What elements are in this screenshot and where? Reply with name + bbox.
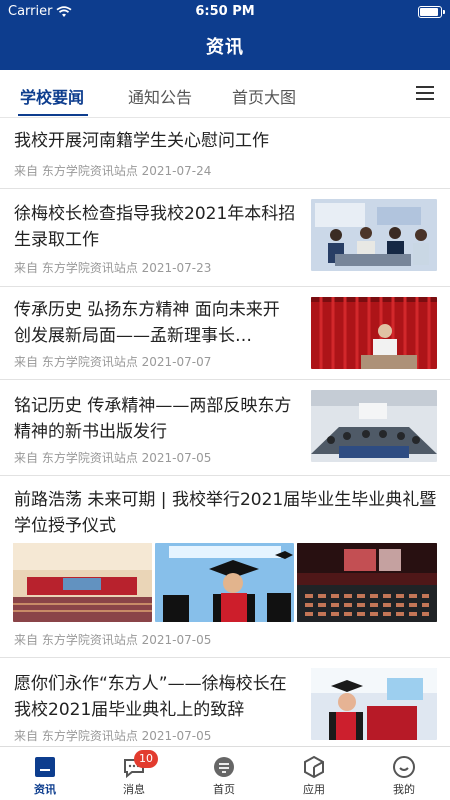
bottom-tab-label: 应用: [303, 783, 325, 796]
article-thumbnail: [311, 668, 437, 740]
status-bar: Carrier 6:50 PM: [0, 0, 450, 22]
tab-banner-images[interactable]: 首页大图: [232, 84, 296, 108]
bottom-tab-messages[interactable]: 10 消息: [104, 750, 164, 797]
article-item-2[interactable]: 徐梅校长检查指导我校2021年本科招生录取工作 来自 东方学院资讯站点 2021…: [0, 189, 450, 287]
menu-icon[interactable]: [416, 86, 434, 100]
article-item-3[interactable]: 传承历史 弘扬东方精神 面向未来开创发展新局面——孟新理事长… 来自 东方学院资…: [0, 287, 450, 380]
bottom-tab-label: 我的: [393, 783, 415, 796]
article-meta: 来自 东方学院资讯站点 2021-07-23: [14, 261, 212, 275]
status-time: 6:50 PM: [195, 4, 255, 19]
article-title: 愿你们永作“东方人”——徐梅校长在我校2021届毕业典礼上的致辞: [14, 674, 287, 720]
profile-icon: [392, 755, 416, 779]
article-meta: 来自 东方学院资讯站点 2021-07-24: [14, 164, 212, 178]
article-meta: 来自 东方学院资讯站点 2021-07-05: [14, 633, 212, 647]
battery-icon: [418, 6, 445, 18]
apps-icon: [302, 755, 326, 779]
article-item-1[interactable]: 我校开展河南籍学生关心慰问工作 来自 东方学院资讯站点 2021-07-24: [0, 119, 450, 189]
bottom-tab-label: 资讯: [34, 783, 56, 796]
bottom-tab-profile[interactable]: 我的: [374, 755, 434, 797]
bottom-tab-label: 消息: [123, 783, 145, 796]
home-icon: [212, 755, 236, 779]
article-thumbnail: [297, 543, 437, 622]
tab-notices[interactable]: 通知公告: [128, 84, 192, 108]
article-meta: 来自 东方学院资讯站点 2021-07-05: [14, 451, 212, 465]
news-app: Carrier 6:50 PM 资讯 学校要闻 通知公告 首页大图 我校开展河南…: [0, 0, 450, 800]
article-thumbnail: [155, 543, 294, 622]
article-title: 传承历史 弘扬东方精神 面向未来开创发展新局面——孟新理事长…: [14, 300, 280, 346]
article-title: 铭记历史 传承精神——两部反映东方精神的新书出版发行: [14, 396, 292, 442]
article-item-5[interactable]: 前路浩荡 未来可期 | 我校举行2021届毕业生毕业典礼暨学位授予仪式 来自 东…: [0, 476, 450, 658]
message-icon: 10: [122, 750, 158, 779]
article-thumbnail: [311, 297, 437, 369]
message-badge: 10: [134, 750, 158, 768]
bottom-tab-news[interactable]: 资讯: [15, 755, 75, 797]
article-title: 徐梅校长检查指导我校2021年本科招生录取工作: [14, 204, 296, 250]
article-title: 我校开展河南籍学生关心慰问工作: [14, 131, 269, 151]
bottom-tab-label: 首页: [213, 783, 235, 796]
page-title: 资讯: [206, 37, 244, 58]
tab-bar: 学校要闻 通知公告 首页大图: [0, 70, 450, 118]
bottom-tab-home[interactable]: 首页: [194, 755, 254, 797]
header-bar: Carrier 6:50 PM 资讯: [0, 0, 450, 70]
bottom-tab-apps[interactable]: 应用: [284, 755, 344, 797]
article-thumbnail: [13, 543, 152, 622]
article-meta: 来自 东方学院资讯站点 2021-07-07: [14, 355, 212, 369]
article-item-4[interactable]: 铭记历史 传承精神——两部反映东方精神的新书出版发行 来自 东方学院资讯站点 2…: [0, 380, 450, 476]
article-meta: 来自 东方学院资讯站点 2021-07-05: [14, 729, 212, 743]
bottom-tab-bar: 资讯 10 消息 首页 应用 我的: [0, 746, 450, 800]
article-thumbnail: [311, 199, 437, 271]
news-icon: [33, 755, 57, 779]
article-item-6[interactable]: 愿你们永作“东方人”——徐梅校长在我校2021届毕业典礼上的致辞 来自 东方学院…: [0, 658, 450, 746]
article-list: 我校开展河南籍学生关心慰问工作 来自 东方学院资讯站点 2021-07-24 徐…: [0, 119, 450, 746]
article-title: 前路浩荡 未来可期 | 我校举行2021届毕业生毕业典礼暨学位授予仪式: [14, 490, 437, 536]
tab-school-news[interactable]: 学校要闻: [20, 84, 84, 108]
active-tab-indicator: [18, 114, 88, 116]
article-thumbnail: [311, 390, 437, 462]
